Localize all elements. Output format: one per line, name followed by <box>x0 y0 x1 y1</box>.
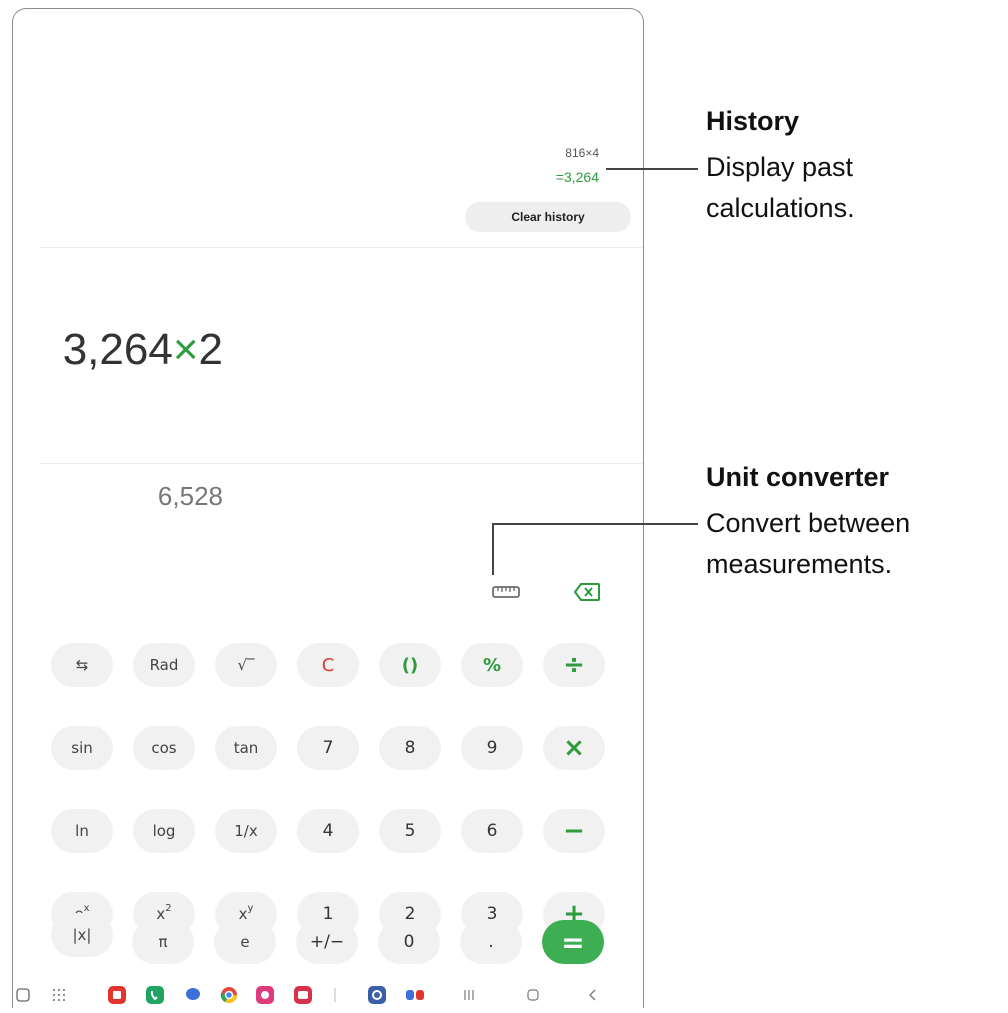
unit-converter-callout-line <box>492 523 698 525</box>
log-button[interactable]: log <box>133 809 195 853</box>
history-divider <box>39 247 643 248</box>
clear-button[interactable]: C <box>297 643 359 687</box>
pi-button[interactable]: π <box>132 920 194 964</box>
exp-superscript: x <box>83 902 90 914</box>
home-icon[interactable] <box>524 986 542 1004</box>
equals-button[interactable]: = <box>542 920 604 964</box>
abs-button[interactable]: |x| <box>51 913 113 957</box>
digit-5-button[interactable]: 5 <box>379 809 441 853</box>
tablet-screen: 816×4 =3,264 Clear history 3,264×2 6,528… <box>12 8 644 1008</box>
history-result[interactable]: =3,264 <box>556 169 599 185</box>
chrome-app-icon[interactable] <box>220 986 238 1004</box>
reciprocal-button[interactable]: 1/x <box>215 809 277 853</box>
unit-converter-callout-title: Unit converter <box>706 462 890 492</box>
digit-0-button[interactable]: 0 <box>378 920 440 964</box>
back-icon[interactable] <box>584 986 602 1004</box>
digit-9-button[interactable]: 9 <box>461 726 523 770</box>
cos-button[interactable]: cos <box>133 726 195 770</box>
phone-app-icon[interactable] <box>146 986 164 1004</box>
notes-app-icon[interactable] <box>108 986 126 1004</box>
swap-button[interactable]: ⇆ <box>51 643 113 687</box>
square-superscript: 2 <box>165 902 172 914</box>
expression-operator: × <box>172 325 199 374</box>
recents-icon[interactable] <box>460 986 478 1004</box>
divide-button[interactable]: ÷ <box>543 643 605 687</box>
rad-button[interactable]: Rad <box>133 643 195 687</box>
history-callout-title: History <box>706 106 800 136</box>
digit-6-button[interactable]: 6 <box>461 809 523 853</box>
backspace-icon[interactable] <box>573 581 601 603</box>
sin-button[interactable]: sin <box>51 726 113 770</box>
taskbar <box>12 986 644 1013</box>
percent-button[interactable]: % <box>461 643 523 687</box>
history-callout-desc-1: Display past <box>706 152 854 182</box>
keypad-divider <box>39 463 643 464</box>
tan-button[interactable]: tan <box>215 726 277 770</box>
digit-4-button[interactable]: 4 <box>297 809 359 853</box>
screenshot-icon[interactable] <box>14 986 32 1004</box>
power-superscript: y <box>247 902 254 914</box>
euler-button[interactable]: e <box>214 920 276 964</box>
apps-grid-icon[interactable] <box>50 986 68 1004</box>
result-preview: 6,528 <box>157 481 223 511</box>
ln-button[interactable]: ln <box>51 809 113 853</box>
camera-app-icon[interactable] <box>294 986 312 1004</box>
ruler-icon[interactable] <box>492 583 520 601</box>
decimal-button[interactable]: . <box>460 920 522 964</box>
expression-display[interactable]: 3,264×2 <box>63 325 223 375</box>
taskbar-separator <box>326 986 344 1004</box>
expression-operand-2: 2 <box>198 325 223 374</box>
expression-operand-1: 3,264 <box>62 325 173 374</box>
settings-app-icon[interactable] <box>368 986 386 1004</box>
multiply-button[interactable]: × <box>543 726 605 770</box>
unit-converter-callout-desc-2: measurements. <box>706 549 893 579</box>
history-callout-line <box>606 168 698 170</box>
parentheses-button[interactable]: () <box>379 643 441 687</box>
messages-app-icon[interactable] <box>184 986 202 1004</box>
swap-icon: ⇆ <box>75 656 89 674</box>
unit-converter-callout-connector <box>492 523 494 575</box>
clear-history-button[interactable]: Clear history <box>465 202 631 232</box>
sqrt-button[interactable]: √‾ <box>215 643 277 687</box>
multi-window-icon[interactable] <box>406 986 424 1004</box>
plus-minus-button[interactable]: +/− <box>296 920 358 964</box>
gallery-app-icon[interactable] <box>256 986 274 1004</box>
digit-8-button[interactable]: 8 <box>379 726 441 770</box>
unit-converter-callout-desc-1: Convert between <box>706 508 911 538</box>
history-expression[interactable]: 816×4 <box>565 146 599 160</box>
digit-7-button[interactable]: 7 <box>297 726 359 770</box>
history-callout-desc-2: calculations. <box>706 193 855 223</box>
subtract-button[interactable]: − <box>543 809 605 853</box>
